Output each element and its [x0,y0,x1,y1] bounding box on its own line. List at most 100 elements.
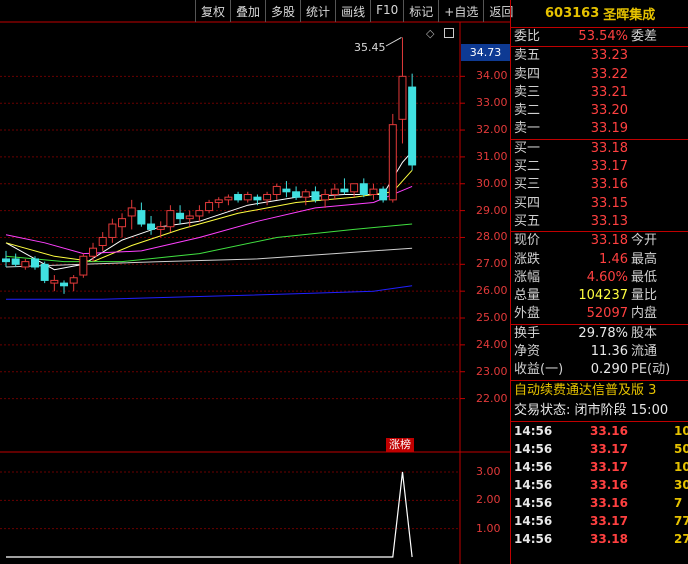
kline-chart-area[interactable]: 复权 叠加 多股 统计 画线 F10 标记 +自选 返回 ◇ 35.45 34.73 涨榜 34… [0,0,513,564]
candle-body [127,207,136,217]
quote-block: 现价 33.18 今开 涨跌 1.46 最高 涨幅 4.60% 最低 总量 104237 量比 外盘 52… [511,231,688,323]
price-tick-label: 22.00 [476,391,508,405]
row-label: 买一 [514,140,541,156]
toolbar-button[interactable]: 复权 [195,0,230,22]
price-tick-label: 27.00 [476,257,508,271]
row-label: 卖三 [514,84,541,100]
candle[interactable] [108,218,117,243]
tick-row: 14:56 33.17 10 [511,458,688,476]
candle[interactable] [379,186,388,203]
row-label-secondary: 流通 [631,344,658,360]
candle[interactable] [214,197,223,208]
indicator-line [6,471,413,558]
candle[interactable] [50,275,59,292]
row-label: 涨幅 [514,269,541,285]
candle[interactable] [89,242,98,262]
bids-row: 买五 33.13 [511,213,688,231]
candle[interactable] [224,194,233,206]
stock-header[interactable]: 603163 圣晖集成 [511,0,688,28]
candle[interactable] [127,199,136,230]
candle[interactable] [60,280,69,294]
candle-body [108,223,117,238]
candle[interactable] [350,183,359,198]
kline-chart-svg[interactable] [0,0,510,564]
candle[interactable] [398,37,407,144]
stats-block: 换手 29.78% 股本 净资 11.36 流通 收益(一) 0.290 PE(动) [511,323,688,380]
row-value: 33.23 [590,48,628,64]
peak-price-label: 35.45 [354,41,386,54]
candle[interactable] [166,205,175,233]
candle[interactable] [195,205,204,222]
row-label: 买五 [514,213,541,229]
candle-body [321,193,330,201]
row-label-secondary: 最高 [631,251,658,267]
candle-body [176,212,185,220]
toolbar-button[interactable]: 画线 [335,0,370,22]
candle[interactable] [243,191,252,203]
row-value: 33.13 [590,213,628,229]
limit-up-badge[interactable]: 涨榜 [386,438,414,452]
row-value: 33.21 [590,84,628,100]
toolbar-button[interactable]: 叠加 [230,0,265,22]
candle-body [359,183,368,195]
candle[interactable] [205,199,214,214]
ma-line-ma250 [6,285,413,300]
candle[interactable] [388,113,397,203]
candle[interactable] [359,178,368,198]
toolbar-button[interactable]: 统计 [300,0,335,22]
candle[interactable] [311,186,320,203]
candle-body [388,124,397,201]
row-label-secondary: 今开 [631,233,658,249]
candle[interactable] [185,210,194,227]
candle[interactable] [321,189,330,208]
asks-row: 卖三 33.21 [511,84,688,102]
candle[interactable] [137,202,146,227]
toolbar-button[interactable]: +自选 [438,0,483,22]
candle[interactable] [234,191,243,203]
candle-body [137,210,146,225]
tick-row: 14:56 33.16 10 [511,422,688,440]
candle[interactable] [176,205,185,225]
candle[interactable] [21,258,30,270]
candle-body [166,210,175,228]
window-square-icon[interactable] [444,28,454,38]
candle[interactable] [340,178,349,195]
candle-body [263,193,272,201]
tick-row: 14:56 33.17 50 [511,440,688,458]
candle[interactable] [330,183,339,200]
candle[interactable] [40,261,49,284]
row-label: 买三 [514,177,541,193]
row-label: 换手 [514,325,541,341]
ad-banner[interactable]: 自动续费通达信普及版 3 [511,379,688,401]
candle[interactable] [301,189,310,206]
tick-row: 14:56 33.16 7 [511,494,688,512]
toolbar-button[interactable]: 多股 [265,0,300,22]
candle-body [350,183,359,193]
row-label-secondary: 股本 [631,325,658,341]
candle[interactable] [79,253,88,278]
diamond-icon[interactable]: ◇ [426,27,434,40]
row-label: 外盘 [514,306,541,322]
tick-price: 33.17 [590,441,628,456]
tick-list[interactable]: 14:56 33.16 10 14:56 33.17 50 14:56 33.17 10 14:5… [511,422,688,548]
quote-panel: 603163 圣晖集成 委比 53.54% 委差 卖五 33.23 卖四 33.22 卖… [510,0,688,564]
candle[interactable] [11,253,20,267]
candle-body [292,191,301,198]
candle[interactable] [272,183,281,200]
candle[interactable] [98,232,107,251]
candle-body [214,199,223,204]
candle[interactable] [408,73,417,171]
candle[interactable] [69,275,78,292]
asks-row: 卖五 33.23 [511,47,688,65]
row-label: 涨跌 [514,251,541,267]
tick-time: 14:56 [514,495,553,510]
candle[interactable] [369,183,378,200]
candle[interactable] [263,191,272,206]
price-tick-label: 31.00 [476,149,508,163]
price-tick-label: 32.00 [476,123,508,137]
toolbar-button[interactable]: F10 [370,0,403,22]
toolbar-button[interactable]: 标记 [403,0,438,22]
candle[interactable] [118,213,127,238]
candle[interactable] [147,215,156,235]
stats-row: 换手 29.78% 股本 [511,325,688,343]
